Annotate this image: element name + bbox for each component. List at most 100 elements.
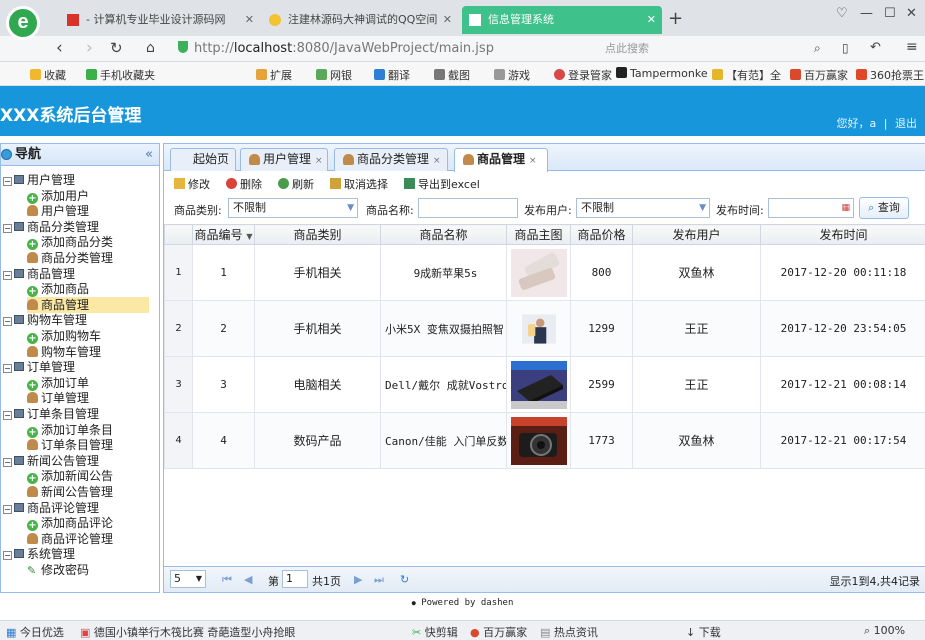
bookmark-tampermonkey[interactable]: Tampermonke	[616, 67, 708, 80]
bookmark-games[interactable]: 游戏	[494, 67, 530, 83]
minimize-icon[interactable]: —	[860, 6, 873, 21]
bookmark-winner[interactable]: 百万赢家	[790, 67, 848, 83]
category-select[interactable]: 不限制 ▼	[228, 198, 358, 218]
nav-group[interactable]: − 订单条目管理	[3, 406, 99, 422]
table-row[interactable]: 3 3 电脑相关 Dell/戴尔 成就Vostro 2599 王正 2017-1…	[164, 356, 925, 413]
prev-page-icon[interactable]: ◀	[244, 573, 252, 586]
nav-group[interactable]: − 购物车管理	[3, 312, 87, 328]
winner-link[interactable]: ● 百万赢家	[470, 624, 527, 640]
close-tab-icon[interactable]: ×	[315, 156, 323, 166]
tab-user-management[interactable]: 用户管理 ×	[240, 148, 328, 171]
nav-item[interactable]: + 添加订单条目	[27, 422, 113, 438]
nav-group[interactable]: − 订单管理	[3, 359, 75, 375]
nav-item[interactable]: ✎ 修改密码	[27, 562, 89, 578]
bookmark-translate[interactable]: 翻译	[374, 67, 410, 83]
page-size-select[interactable]: 5 ▼	[170, 570, 206, 588]
nav-item[interactable]: 新闻公告管理	[27, 484, 113, 500]
column-header-time[interactable]: 发布时间	[760, 224, 925, 245]
hot-news-link[interactable]: ▤ 热点资讯	[540, 624, 598, 640]
bookmark-tickets[interactable]: 360抢票王	[856, 67, 924, 83]
skin-icon[interactable]: ♡	[836, 6, 848, 21]
bookmark-extensions[interactable]: 扩展	[256, 67, 292, 83]
bookmark-favorites[interactable]: 收藏	[30, 67, 66, 83]
new-tab-button[interactable]: +	[668, 8, 683, 29]
forward-icon[interactable]: ›	[86, 38, 93, 58]
close-window-icon[interactable]: ✕	[906, 6, 917, 21]
zoom-level[interactable]: ⌕ 100%	[864, 624, 905, 638]
maximize-icon[interactable]: ☐	[884, 6, 896, 21]
bookmark-login-manager[interactable]: 登录管家	[554, 67, 612, 83]
calendar-icon[interactable]: ▦	[841, 199, 850, 217]
bookmark-youfan[interactable]: 【有范】全	[712, 67, 781, 83]
today-picks-link[interactable]: ▦ 今日优选	[6, 624, 64, 640]
collapse-toggle-icon[interactable]: −	[3, 411, 12, 420]
nav-group[interactable]: − 商品分类管理	[3, 219, 99, 235]
close-tab-icon[interactable]: ✕	[647, 6, 656, 34]
edit-button[interactable]: 修改	[174, 176, 210, 192]
nav-item[interactable]: 购物车管理	[27, 344, 101, 360]
url-input[interactable]: http://localhost:8080/JavaWebProject/mai…	[178, 38, 598, 59]
nav-item[interactable]: 商品管理	[27, 297, 149, 313]
collapse-toggle-icon[interactable]: −	[3, 224, 12, 233]
column-header-name[interactable]: 商品名称	[380, 224, 507, 245]
table-row[interactable]: 4 4 数码产品 Canon/佳能 入门单反数 1773 双鱼林 2017-12…	[164, 412, 925, 469]
nav-item[interactable]: + 添加商品	[27, 281, 89, 297]
publisher-select[interactable]: 不限制 ▼	[576, 198, 710, 218]
nav-group[interactable]: − 商品评论管理	[3, 500, 99, 516]
undo-icon[interactable]: ↶	[870, 40, 881, 55]
reload-icon[interactable]: ↻	[110, 39, 123, 57]
home-icon[interactable]: ⌂	[146, 40, 155, 56]
nav-item[interactable]: 订单管理	[27, 390, 89, 406]
bookmark-banking[interactable]: 网银	[316, 67, 352, 83]
nav-item[interactable]: + 添加商品分类	[27, 234, 113, 250]
nav-item[interactable]: 商品评论管理	[27, 531, 113, 547]
next-page-icon[interactable]: ▶	[354, 573, 362, 586]
logout-link[interactable]: 退出	[895, 117, 917, 130]
close-tab-icon[interactable]: ✕	[443, 6, 452, 34]
close-tab-icon[interactable]: ✕	[245, 6, 254, 34]
cancel-select-button[interactable]: 取消选择	[330, 176, 388, 192]
nav-item[interactable]: + 添加商品评论	[27, 515, 113, 531]
collapse-sidebar-button[interactable]: «	[145, 144, 153, 166]
column-header-id[interactable]: 商品编号 ▼	[192, 224, 255, 245]
search-icon[interactable]: ⌕	[814, 41, 821, 56]
column-header-price[interactable]: 商品价格	[570, 224, 633, 245]
collapse-toggle-icon[interactable]: −	[3, 364, 12, 373]
reload-icon[interactable]: ↻	[400, 573, 409, 586]
column-header-user[interactable]: 发布用户	[632, 224, 761, 245]
name-input[interactable]	[418, 198, 518, 218]
nav-item[interactable]: + 添加购物车	[27, 328, 101, 344]
refresh-button[interactable]: 刷新	[278, 176, 314, 192]
nav-item[interactable]: 订单条目管理	[27, 437, 113, 453]
delete-button[interactable]: 删除	[226, 176, 262, 192]
export-excel-button[interactable]: 导出到excel	[404, 176, 480, 192]
collapse-toggle-icon[interactable]: −	[3, 505, 12, 514]
tab-category-management[interactable]: 商品分类管理 ×	[334, 148, 448, 171]
tab-product-management[interactable]: 商品管理 ×	[454, 148, 548, 172]
time-input[interactable]: ▦	[768, 198, 854, 218]
back-icon[interactable]: ‹	[56, 38, 63, 58]
download-link[interactable]: ↓ 下载	[686, 624, 721, 640]
nav-item[interactable]: + 添加用户	[27, 188, 89, 204]
close-tab-icon[interactable]: ×	[433, 156, 441, 166]
collapse-toggle-icon[interactable]: −	[3, 317, 12, 326]
nav-group[interactable]: − 用户管理	[3, 172, 75, 188]
column-header-category[interactable]: 商品类别	[254, 224, 381, 245]
tab-home[interactable]: 起始页	[170, 148, 236, 171]
nav-item[interactable]: 用户管理	[27, 203, 89, 219]
nav-group[interactable]: − 系统管理	[3, 546, 75, 562]
close-tab-icon[interactable]: ×	[529, 156, 537, 166]
first-page-icon[interactable]: ⏮	[222, 573, 232, 587]
menu-icon[interactable]: ≡	[906, 39, 918, 55]
collapse-toggle-icon[interactable]: −	[3, 177, 12, 186]
news-ticker[interactable]: ▣ 德国小镇举行木筏比赛 奇葩造型小舟抢眼	[80, 624, 295, 640]
search-input[interactable]: 点此搜索	[605, 39, 830, 58]
page-number-input[interactable]: 1	[282, 570, 308, 588]
nav-item[interactable]: 商品分类管理	[27, 250, 113, 266]
collapse-toggle-icon[interactable]: −	[3, 551, 12, 560]
column-header-image[interactable]: 商品主图	[506, 224, 571, 245]
table-row[interactable]: 1 1 手机相关 9成新苹果5s 800 双鱼林 2017-12-20 00:1…	[164, 244, 925, 301]
browser-tab-1[interactable]: - 计算机专业毕业设计源码网 ✕	[60, 6, 260, 34]
table-row[interactable]: 2 2 手机相关 小米5X 变焦双摄拍照智 1299 王正 2017-12-20…	[164, 300, 925, 357]
nav-item[interactable]: + 添加新闻公告	[27, 468, 113, 484]
